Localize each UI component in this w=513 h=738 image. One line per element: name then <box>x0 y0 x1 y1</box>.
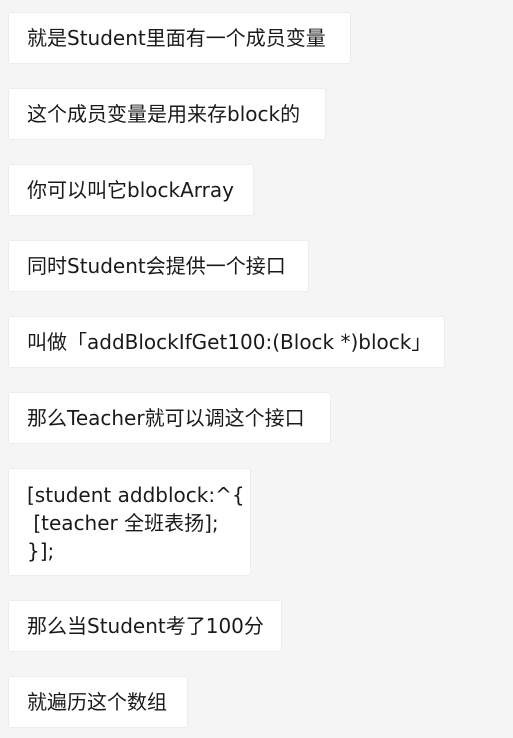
message-bubble: 那么Teacher就可以调这个接口 <box>8 392 331 444</box>
message-bubble: 那么当Student考了100分 <box>8 600 282 652</box>
message-bubble: 你可以叫它blockArray <box>8 164 254 216</box>
chat-message-list: 就是Student里面有一个成员变量 这个成员变量是用来存block的 你可以叫… <box>0 0 513 738</box>
message-bubble: 就遍历这个数组 <box>8 676 188 728</box>
message-bubble: 同时Student会提供一个接口 <box>8 240 309 292</box>
message-bubble: 叫做「addBlockIfGet100:(Block *)block」 <box>8 316 445 368</box>
message-bubble: 这个成员变量是用来存block的 <box>8 88 326 140</box>
message-bubble: 就是Student里面有一个成员变量 <box>8 12 351 64</box>
message-bubble-code: [student addblock:^{ [teacher 全班表扬]; }]; <box>8 468 251 576</box>
